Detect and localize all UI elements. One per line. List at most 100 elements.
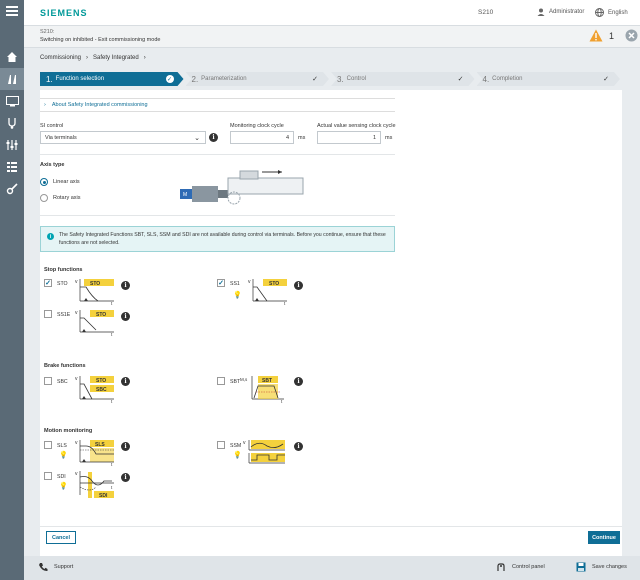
sbt-info-icon[interactable]: i	[294, 377, 303, 386]
warnings-indicator[interactable]: 1	[589, 29, 614, 42]
axis-v: v	[75, 310, 78, 316]
sbc-checkbox[interactable]	[44, 377, 52, 385]
chevron-right-icon: ›	[44, 102, 46, 108]
control-panel-icon	[497, 563, 505, 571]
clock-cycle-input[interactable]: 4	[230, 131, 294, 144]
sbc-tag: SBC	[96, 387, 107, 393]
user-icon	[537, 8, 545, 16]
ss1-checkbox[interactable]: ✓	[217, 279, 225, 287]
breadcrumb-safety-integrated[interactable]: Safety Integrated	[93, 55, 139, 61]
sidebar	[0, 0, 24, 580]
ss1e-info-icon[interactable]: i	[121, 312, 130, 321]
sls-info-icon[interactable]: i	[121, 442, 130, 451]
ss1-info-icon[interactable]: i	[294, 281, 303, 290]
step-number: 2.	[191, 74, 199, 84]
divider	[40, 154, 395, 155]
check-icon: ✓	[457, 76, 464, 83]
user-menu[interactable]: Administrator	[537, 8, 584, 16]
lightbulb-icon: 💡	[233, 292, 242, 299]
motion-monitoring-title: Motion monitoring	[44, 428, 93, 434]
sls-tag: SLS	[95, 442, 105, 448]
sto-checkbox[interactable]: ✓	[44, 279, 52, 287]
save-icon	[576, 562, 586, 572]
lightbulb-icon: 💡	[59, 452, 68, 459]
home-icon[interactable]	[0, 46, 24, 68]
axis-t: t	[281, 399, 283, 404]
step-number: 1.	[46, 74, 53, 84]
sdi-checkbox[interactable]	[44, 472, 52, 480]
sensing-cycle-label: Actual value sensing clock cycle	[317, 123, 396, 129]
sbc-info-icon[interactable]: i	[121, 377, 130, 386]
axis-v: v	[75, 376, 78, 382]
error-icon	[625, 29, 638, 42]
sbt-axis-label: M,s	[240, 377, 248, 382]
linear-axis-radio[interactable]: Linear axis	[40, 178, 80, 186]
step-parameterization[interactable]: 2. Parameterization ✓	[186, 72, 330, 86]
ss1-graph: STO v t	[248, 279, 287, 305]
ssm-checkbox[interactable]	[217, 441, 225, 449]
continue-button[interactable]: Continue	[588, 531, 620, 544]
step-control[interactable]: 3. Control ✓	[331, 72, 475, 86]
ss1e-label: SS1E	[57, 312, 71, 318]
sto-label: STO	[57, 281, 68, 287]
sdi-label: SDI	[57, 474, 66, 480]
axis-type-title: Axis type	[40, 162, 65, 168]
ssm-graph: v	[243, 440, 285, 464]
axis-v: v	[248, 279, 251, 285]
sbt-checkbox[interactable]	[217, 377, 225, 385]
ss1e-checkbox[interactable]	[44, 310, 52, 318]
motor-mark: M	[183, 192, 187, 198]
commissioning-icon[interactable]	[0, 68, 24, 90]
about-section-toggle[interactable]: › About Safety Integrated commissioning	[40, 98, 395, 112]
list-icon[interactable]	[0, 156, 24, 178]
wizard-footer: Cancel Continue	[40, 526, 622, 546]
linear-axis-label: Linear axis	[53, 179, 80, 185]
step-function-selection[interactable]: 1. Function selection ✓	[40, 72, 184, 86]
step-completion[interactable]: 4. Completion ✓	[477, 72, 621, 86]
ss1e-graph: STO v t	[75, 310, 114, 336]
breadcrumb-commissioning[interactable]: Commissioning	[40, 55, 81, 61]
step-number: 4.	[482, 74, 490, 84]
rotary-axis-radio[interactable]: Rotary axis	[40, 194, 81, 202]
about-label: About Safety Integrated commissioning	[51, 102, 148, 108]
support-label: Support	[54, 564, 74, 570]
status-device: S210:	[40, 29, 55, 35]
menu-icon[interactable]	[0, 0, 24, 22]
diagnostics-icon[interactable]	[0, 112, 24, 134]
sls-label: SLS	[57, 443, 67, 449]
info-icon[interactable]: i	[209, 133, 218, 142]
sdi-info-icon[interactable]: i	[121, 473, 130, 482]
tools-icon[interactable]	[0, 178, 24, 200]
control-panel-label: Control panel	[512, 564, 545, 570]
monitor-icon[interactable]	[0, 90, 24, 112]
parameters-icon[interactable]	[0, 134, 24, 156]
si-control-select[interactable]: Via terminals ⌄	[40, 131, 206, 144]
language-menu[interactable]: English	[595, 8, 628, 17]
clock-cycle-value: 4	[285, 134, 289, 141]
main-panel: › About Safety Integrated commissioning …	[40, 90, 622, 556]
support-link[interactable]: Support	[38, 562, 73, 572]
axis-v: v	[75, 471, 78, 477]
ss1-label: SS1	[230, 281, 240, 287]
cancel-button[interactable]: Cancel	[46, 531, 76, 544]
sls-checkbox[interactable]	[44, 441, 52, 449]
wizard-steps: 1. Function selection ✓ 2. Parameterizat…	[40, 72, 622, 86]
axis-t: t	[111, 485, 113, 490]
sbc-graph: STO SBC v t	[75, 376, 114, 404]
sbt-tag: SBT	[262, 378, 272, 384]
sto-tag: STO	[269, 281, 279, 287]
step-label: Control	[346, 76, 367, 82]
radio-unselected	[40, 194, 48, 202]
siemens-logo: SIEMENS	[40, 7, 88, 18]
axis-t: t	[111, 462, 113, 466]
step-label: Parameterization	[201, 76, 247, 82]
warning-count: 1	[609, 30, 615, 41]
sto-info-icon[interactable]: i	[121, 281, 130, 290]
sensing-cycle-input[interactable]: 1	[317, 131, 381, 144]
errors-indicator[interactable]: 0	[625, 29, 640, 42]
ssm-info-icon[interactable]: i	[294, 442, 303, 451]
axis-t: t	[111, 301, 113, 305]
sto-tag: STO	[90, 281, 100, 287]
control-panel-link[interactable]: Control panel	[496, 562, 545, 572]
save-changes-button[interactable]: Save changes	[576, 562, 627, 572]
